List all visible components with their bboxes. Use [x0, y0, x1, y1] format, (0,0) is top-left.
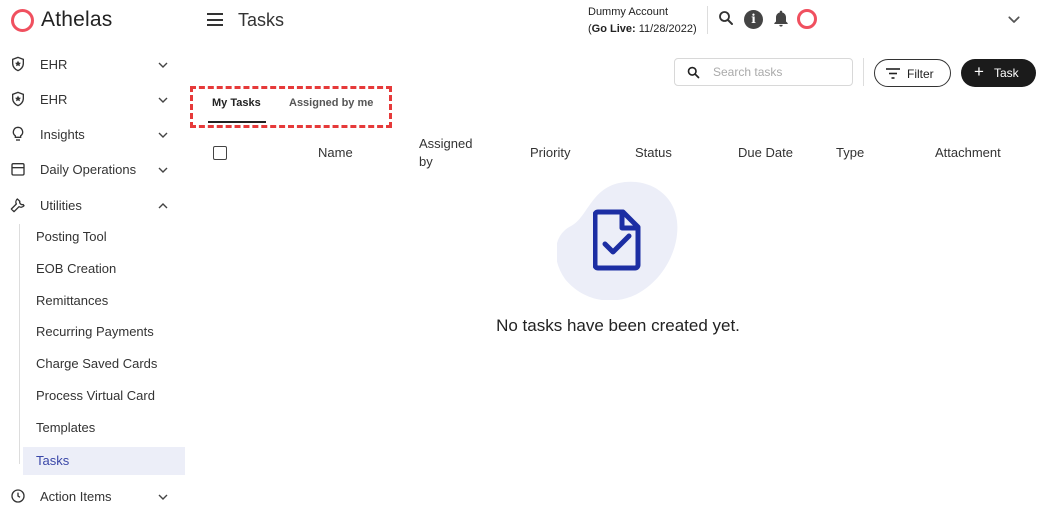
sidebar-subitem-process-virtual-card[interactable]: Process Virtual Card	[23, 382, 185, 410]
search-icon[interactable]	[717, 9, 735, 27]
column-header-assigned-by[interactable]: Assigned by	[419, 135, 479, 171]
column-header-status[interactable]: Status	[635, 145, 672, 160]
chevron-down-icon	[158, 167, 168, 173]
shield-icon	[12, 91, 24, 107]
subitem-label: Templates	[36, 420, 96, 435]
wrench-icon	[10, 198, 25, 213]
sidebar: EHR EHR Insights Daily Operations Utilit…	[0, 46, 190, 511]
document-check-icon	[593, 209, 641, 271]
column-header-type[interactable]: Type	[836, 145, 864, 160]
add-task-label: Task	[994, 66, 1019, 80]
sidebar-item-insights[interactable]: Insights	[0, 117, 185, 151]
go-live-date: 11/28/2022	[638, 23, 693, 35]
subitem-label: Tasks	[36, 453, 70, 468]
go-live-line: (Go Live: 11/28/2022)	[588, 23, 697, 35]
logo-text: Athelas	[41, 8, 113, 31]
sidebar-subitem-eob-creation[interactable]: EOB Creation	[23, 255, 185, 283]
sidebar-item-label: EHR	[40, 91, 68, 107]
sidebar-item-ehr[interactable]: EHR	[0, 47, 185, 81]
header-divider	[707, 6, 708, 34]
profile-ring-icon[interactable]	[797, 9, 817, 29]
logo-ring-icon	[11, 8, 34, 32]
info-icon[interactable]: i	[744, 10, 763, 29]
subitem-label: Recurring Payments	[36, 324, 154, 339]
sidebar-item-utilities[interactable]: Utilities	[0, 188, 185, 222]
column-header-due-date[interactable]: Due Date	[738, 145, 793, 160]
sidebar-subitem-remittances[interactable]: Remittances	[23, 287, 185, 315]
sidebar-item-action-items[interactable]: Action Items	[0, 479, 185, 511]
empty-state-message: No tasks have been created yet.	[496, 316, 740, 335]
sidebar-subitem-templates[interactable]: Templates	[23, 414, 185, 442]
sidebar-item-label: Insights	[40, 126, 85, 142]
sidebar-item-label: Action Items	[40, 488, 112, 504]
lightbulb-icon	[12, 126, 24, 141]
active-tab-indicator	[208, 121, 266, 123]
subitem-label: Process Virtual Card	[36, 388, 155, 403]
logo[interactable]: Athelas	[11, 8, 112, 32]
subitem-label: Posting Tool	[36, 229, 107, 244]
sidebar-item-label: Utilities	[40, 197, 82, 213]
search-tasks-box[interactable]	[674, 58, 853, 86]
sidebar-subitem-charge-saved-cards[interactable]: Charge Saved Cards	[23, 350, 185, 378]
chevron-down-icon	[158, 494, 168, 500]
chevron-down-icon[interactable]	[1006, 12, 1022, 28]
chevron-up-icon	[158, 203, 168, 209]
chevron-down-icon	[158, 97, 168, 103]
sidebar-subitem-tasks[interactable]: Tasks	[23, 447, 185, 475]
account-name: Dummy Account	[588, 6, 669, 18]
tab-assigned-by-me[interactable]: Assigned by me	[289, 97, 373, 109]
search-icon	[687, 66, 700, 79]
chevron-down-icon	[158, 132, 168, 138]
sidebar-item-daily-operations[interactable]: Daily Operations	[0, 152, 185, 186]
column-header-priority[interactable]: Priority	[530, 145, 570, 160]
account-info: Dummy Account (Go Live: 11/28/2022)	[588, 4, 697, 38]
sidebar-item-label: EHR	[40, 56, 68, 72]
subitem-label: Charge Saved Cards	[36, 356, 158, 371]
submenu-guide-line	[19, 224, 20, 464]
plus-icon: +	[974, 62, 984, 81]
column-header-attachment[interactable]: Attachment	[935, 145, 1001, 160]
tab-my-tasks[interactable]: My Tasks	[212, 97, 261, 109]
filter-icon	[886, 68, 900, 79]
column-header-name[interactable]: Name	[318, 145, 353, 160]
chevron-down-icon	[158, 62, 168, 68]
go-live-label: Go Live:	[591, 23, 636, 35]
subitem-label: EOB Creation	[36, 261, 117, 276]
bell-icon[interactable]	[771, 9, 791, 29]
calendar-icon	[11, 163, 25, 176]
select-all-checkbox[interactable]	[213, 146, 227, 160]
search-tasks-input[interactable]	[713, 63, 843, 81]
add-task-button[interactable]: + Task	[961, 59, 1036, 87]
toolbar-divider	[863, 58, 864, 86]
filter-button[interactable]: Filter	[874, 59, 951, 87]
sidebar-subitem-recurring-payments[interactable]: Recurring Payments	[23, 318, 185, 346]
filter-label: Filter	[907, 67, 934, 81]
sidebar-item-label: Daily Operations	[40, 161, 137, 177]
page-title: Tasks	[238, 10, 285, 30]
shield-icon	[12, 56, 24, 72]
subitem-label: Remittances	[36, 293, 109, 308]
clock-icon	[11, 489, 25, 503]
sidebar-subitem-posting-tool[interactable]: Posting Tool	[23, 223, 185, 251]
menu-icon[interactable]	[207, 13, 223, 26]
sidebar-item-ehr-2[interactable]: EHR	[0, 82, 185, 116]
